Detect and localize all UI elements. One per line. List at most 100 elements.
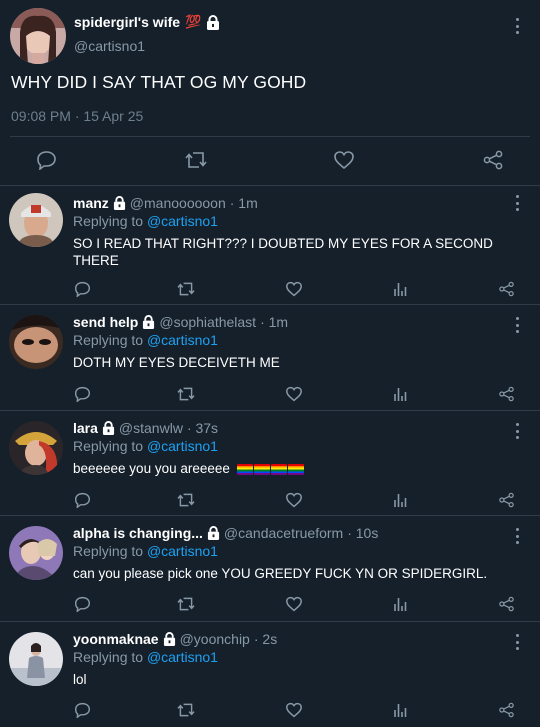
divider (10, 136, 530, 137)
analytics-icon[interactable] (393, 702, 407, 718)
share-icon[interactable] (482, 150, 504, 170)
reply-time: · 2s (253, 631, 278, 647)
analytics-icon[interactable] (393, 596, 407, 612)
more-options-icon[interactable] (514, 18, 520, 34)
reply-time: · 10s (347, 525, 379, 541)
more-options-icon[interactable] (514, 528, 520, 544)
reply-display-name[interactable]: send help (73, 314, 138, 330)
reply-tweet[interactable]: alpha is changing... @candacetrueform · … (0, 517, 540, 622)
analytics-icon[interactable] (393, 492, 407, 508)
replying-to: Replying to @cartisno1 (73, 438, 218, 454)
comment-icon[interactable] (36, 150, 57, 170)
more-options-icon[interactable] (514, 317, 520, 333)
avatar[interactable] (9, 193, 63, 247)
replying-to-label: Replying to (73, 213, 144, 229)
avatar[interactable] (10, 8, 66, 64)
comment-icon[interactable] (74, 281, 91, 297)
share-icon[interactable] (498, 492, 515, 508)
reply-text: SO I READ THAT RIGHT??? I DOUBTED MY EYE… (73, 236, 493, 268)
replying-to-mention[interactable]: @cartisno1 (147, 332, 218, 348)
reply-display-name[interactable]: lara (73, 420, 98, 436)
main-tweet: spidergirl's wife 💯 @cartisno1 WHY DID I… (0, 0, 540, 186)
replying-to-mention[interactable]: @cartisno1 (147, 438, 218, 454)
analytics-icon[interactable] (393, 386, 407, 402)
reply-header: manz @manoooooon · 1m (73, 195, 258, 211)
reply-handle[interactable]: @sophiathelast (159, 314, 256, 330)
comment-icon[interactable] (74, 702, 91, 718)
reply-tweet[interactable]: yoonmaknae @yoonchip · 2s Replying to @c… (0, 623, 540, 727)
reply-text: can you please pick one YOU GREEDY FUCK … (73, 566, 488, 581)
like-icon[interactable] (285, 386, 303, 402)
analytics-icon[interactable] (393, 281, 407, 297)
main-tweet-text: WHY DID I SAY THAT OG MY GOHD (11, 72, 307, 92)
comment-icon[interactable] (74, 492, 91, 508)
main-display-name[interactable]: spidergirl's wife 💯 (74, 14, 220, 30)
retweet-icon[interactable] (176, 702, 196, 718)
reply-text: lol (73, 672, 87, 687)
rainbow-flag-emoji-icon (236, 463, 304, 475)
hundred-emoji-icon: 💯 (185, 14, 202, 29)
comment-icon[interactable] (74, 596, 91, 612)
retweet-icon[interactable] (176, 492, 196, 508)
reply-handle[interactable]: @yoonchip (180, 631, 250, 647)
reply-time: · 37s (186, 420, 219, 436)
reply-display-name[interactable]: alpha is changing... (73, 525, 203, 541)
replying-to-label: Replying to (73, 649, 144, 665)
retweet-icon[interactable] (176, 596, 196, 612)
reply-time: · 1m (260, 314, 289, 330)
reply-time: · 1m (229, 195, 258, 211)
replying-to-mention[interactable]: @cartisno1 (147, 649, 218, 665)
avatar[interactable] (9, 632, 63, 686)
retweet-icon[interactable] (176, 281, 196, 297)
reply-display-name[interactable]: yoonmaknae (73, 631, 159, 647)
replying-to-label: Replying to (73, 543, 144, 559)
lock-icon (207, 526, 219, 540)
like-icon[interactable] (285, 702, 303, 718)
replying-to-mention[interactable]: @cartisno1 (147, 213, 218, 229)
avatar[interactable] (9, 421, 63, 475)
avatar[interactable] (9, 526, 63, 580)
lock-icon (102, 421, 114, 435)
display-name-text: spidergirl's wife (74, 14, 181, 30)
comment-icon[interactable] (74, 386, 91, 402)
tweet-timestamp: 09:08 PM · 15 Apr 25 (11, 108, 144, 124)
reply-tweet[interactable]: lara @stanwlw · 37s Replying to @cartisn… (0, 412, 540, 516)
replying-to-label: Replying to (73, 332, 144, 348)
like-icon[interactable] (285, 281, 303, 297)
reply-tweet[interactable]: manz @manoooooon · 1m Replying to @carti… (0, 187, 540, 305)
reply-header: alpha is changing... @candacetrueform · … (73, 525, 378, 541)
replying-to-label: Replying to (73, 438, 144, 454)
reply-tweet[interactable]: send help @sophiathelast · 1m Replying t… (0, 306, 540, 411)
share-icon[interactable] (498, 281, 515, 297)
retweet-icon[interactable] (184, 150, 208, 170)
lock-icon (113, 196, 125, 210)
like-icon[interactable] (333, 150, 355, 170)
reply-handle[interactable]: @stanwlw (119, 420, 183, 436)
reply-handle[interactable]: @manoooooon (130, 195, 226, 211)
replying-to: Replying to @cartisno1 (73, 543, 218, 559)
reply-handle[interactable]: @candacetrueform (224, 525, 343, 541)
replying-to: Replying to @cartisno1 (73, 332, 218, 348)
share-icon[interactable] (498, 702, 515, 718)
replying-to-mention[interactable]: @cartisno1 (147, 543, 218, 559)
main-handle[interactable]: @cartisno1 (74, 38, 145, 54)
lock-icon (163, 632, 175, 646)
lock-icon (143, 315, 155, 329)
lock-icon (207, 14, 220, 30)
share-icon[interactable] (498, 596, 515, 612)
reply-display-name[interactable]: manz (73, 195, 109, 211)
reply-header: send help @sophiathelast · 1m (73, 314, 288, 330)
reply-header: lara @stanwlw · 37s (73, 420, 218, 436)
replying-to: Replying to @cartisno1 (73, 213, 218, 229)
like-icon[interactable] (285, 596, 303, 612)
retweet-icon[interactable] (176, 386, 196, 402)
more-options-icon[interactable] (514, 423, 520, 439)
more-options-icon[interactable] (514, 195, 520, 211)
like-icon[interactable] (285, 492, 303, 508)
reply-text: DOTH MY EYES DECEIVETH ME (73, 355, 280, 370)
reply-header: yoonmaknae @yoonchip · 2s (73, 631, 277, 647)
avatar[interactable] (9, 315, 63, 369)
more-options-icon[interactable] (514, 634, 520, 650)
share-icon[interactable] (498, 386, 515, 402)
reply-text: beeeeee you you areeeee (73, 460, 513, 477)
